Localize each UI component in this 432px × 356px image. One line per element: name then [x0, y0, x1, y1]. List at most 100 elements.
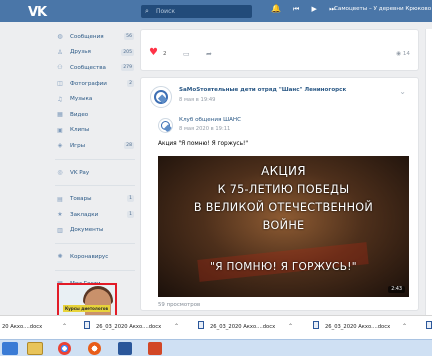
sidebar-item-label: Музыка	[70, 96, 93, 103]
sidebar-item-vkpay[interactable]: ◎ VK Pay	[55, 165, 135, 181]
vk-logo[interactable]: VK	[28, 5, 47, 20]
count-badge: 205	[121, 48, 134, 56]
repost-date[interactable]: 8 мая 2020 в 19:11	[179, 126, 230, 132]
sidebar-item-label: Сообщения	[70, 33, 104, 40]
word-file-icon	[426, 321, 432, 329]
start-icon[interactable]	[2, 342, 18, 355]
count-badge: 28	[124, 142, 134, 150]
download-item[interactable]: 26_03_2020 Акхо....docx	[210, 324, 275, 330]
downloads-bar: 20 Акхо....docx ⌃ 26_03_2020 Акхо....doc…	[0, 315, 432, 339]
post-date[interactable]: 8 мая в 19:49	[179, 97, 215, 103]
taskbar	[0, 339, 432, 356]
eye-icon: ◉	[396, 51, 403, 57]
explorer-icon[interactable]	[27, 342, 43, 355]
sidebar-item-label: Игры	[70, 142, 86, 149]
sidebar-item-label: Коронавирус	[70, 253, 109, 260]
share-icon[interactable]: ➦	[206, 50, 212, 58]
word-file-icon	[198, 321, 204, 329]
search-icon: ⌕	[145, 7, 149, 15]
video-duration: 2:43	[388, 286, 405, 293]
download-item[interactable]: 20 Акхо....docx	[2, 324, 42, 330]
ad-label: Курсы диетологов	[63, 305, 110, 312]
word-file-icon	[313, 321, 319, 329]
sidebar-item-label: Клипы	[70, 127, 90, 134]
like-icon[interactable]: ♥	[149, 47, 158, 58]
clips-icon: ▣	[57, 126, 63, 134]
post-views: 59 просмотров	[158, 302, 201, 308]
search-input[interactable]: ⌕ Поиск	[141, 5, 252, 18]
sidebar-item-label: Друзья	[70, 49, 91, 56]
views-value: 14	[402, 51, 410, 57]
video-player[interactable]: АКЦИЯ К 75-ЛЕТИЮ ПОБЕДЫ В ВЕЛИКОЙ ОТЕЧЕС…	[158, 156, 409, 297]
sidebar-item-photos[interactable]: ◫ Фотографии 2	[55, 76, 135, 92]
sidebar-item-clips[interactable]: ▣ Клипы	[55, 123, 135, 139]
download-item[interactable]: 26_03_2020 Акхо....docx	[96, 324, 161, 330]
music-icon: ♫	[57, 95, 63, 103]
count-badge: 1	[127, 210, 134, 218]
like-count: 2	[163, 51, 167, 57]
count-badge: 1	[127, 195, 134, 203]
video-title-line: "Я ПОМНЮ! Я ГОРЖУСЬ!"	[210, 261, 357, 273]
chevron-down-icon[interactable]: ⌄	[399, 87, 406, 96]
sidebar-item-communities[interactable]: ⚇ Сообщества 279	[55, 60, 135, 76]
sidebar-item-bookmarks[interactable]: ★ Закладки 1	[55, 207, 135, 223]
video-title-line: В ВЕЛИКОЙ ОТЕЧЕСТВЕННОЙ	[193, 201, 374, 214]
post-text: Акция "Я помню! Я горжусь!"	[158, 141, 248, 147]
games-icon: ◈	[57, 142, 63, 150]
count-badge: 279	[121, 64, 134, 72]
video-icon: ▦	[57, 111, 63, 119]
sidebar-item-label: Товары	[70, 196, 92, 203]
count-badge: 56	[124, 33, 134, 40]
post-card: SаМоSтоятельные дети отряд "Шанс" Ленино…	[140, 77, 419, 311]
chevron-up-icon[interactable]: ⌃	[288, 323, 293, 330]
download-item[interactable]: 26_03_2020 Акхо....docx	[325, 324, 390, 330]
sidebar-item-friends[interactable]: ♙ Друзья 205	[55, 45, 135, 61]
communities-icon: ⚇	[57, 64, 63, 72]
friends-icon: ♙	[57, 48, 63, 56]
chevron-up-icon[interactable]: ⌃	[402, 323, 407, 330]
powerpoint-icon[interactable]	[148, 342, 162, 355]
sidebar-item-label: Документы	[70, 227, 104, 234]
chrome-icon[interactable]	[58, 342, 71, 355]
divider	[55, 269, 135, 271]
repost-avatar[interactable]	[158, 118, 173, 133]
sidebar-item-messages[interactable]: ◍ Сообщения 56	[55, 29, 135, 45]
messages-icon: ◍	[57, 33, 63, 41]
count-badge: 2	[127, 79, 134, 87]
views-count: ◉ 14	[396, 51, 410, 57]
divider	[55, 158, 135, 160]
sidebar-item-label: VK Pay	[70, 169, 90, 176]
bookmarks-icon: ★	[57, 211, 63, 219]
bell-icon[interactable]: 🔔	[271, 4, 281, 13]
post-card: ♥ 2 ▭ ➦ ◉ 14	[140, 29, 419, 71]
comment-icon[interactable]: ▭	[183, 50, 190, 58]
browser-icon[interactable]	[88, 342, 101, 355]
right-panel-edge	[425, 29, 432, 324]
video-title-line: АКЦИЯ	[261, 164, 306, 178]
chevron-up-icon[interactable]: ⌃	[62, 323, 67, 330]
divider	[55, 243, 135, 245]
vkpay-icon: ◎	[57, 169, 63, 177]
sidebar-item-video[interactable]: ▦ Видео	[55, 107, 135, 123]
video-title-line: ВОЙНЕ	[262, 219, 305, 232]
sidebar-item-label: Фотографии	[70, 80, 107, 87]
post-author[interactable]: SаМоSтоятельные дети отряд "Шанс" Ленино…	[179, 87, 346, 93]
avatar-logo	[154, 90, 168, 104]
sidebar-item-label: Видео	[70, 111, 89, 118]
chevron-up-icon[interactable]: ⌃	[174, 323, 179, 330]
sidebar-item-label: Сообщества	[70, 64, 106, 71]
repost-author[interactable]: Клуб общения ШАНС	[179, 117, 241, 123]
search-placeholder: Поиск	[156, 8, 176, 15]
sidebar-item-games[interactable]: ◈ Игры 28	[55, 138, 135, 154]
avatar-logo	[161, 121, 170, 130]
community-avatar[interactable]	[150, 86, 172, 108]
sidebar-item-music[interactable]: ♫ Музыка	[55, 91, 135, 107]
sidebar-item-goods[interactable]: ▤ Товары 1	[55, 191, 135, 207]
track-title[interactable]: Самоцветы – У деревни Крюково	[334, 6, 432, 12]
sidebar-item-documents[interactable]: ▥ Документы	[55, 223, 135, 239]
goods-icon: ▤	[57, 195, 63, 203]
word-icon[interactable]	[118, 342, 132, 355]
top-bar: VK ⌕ Поиск 🔔 ⏮ ▶ ⏭ Самоцветы – У деревни…	[0, 0, 432, 22]
sidebar-item-coronavirus[interactable]: ✺ Коронавирус	[55, 249, 135, 265]
sidebar: ◍ Сообщения 56 ♙ Друзья 205 ⚇ Сообщества…	[55, 29, 135, 291]
